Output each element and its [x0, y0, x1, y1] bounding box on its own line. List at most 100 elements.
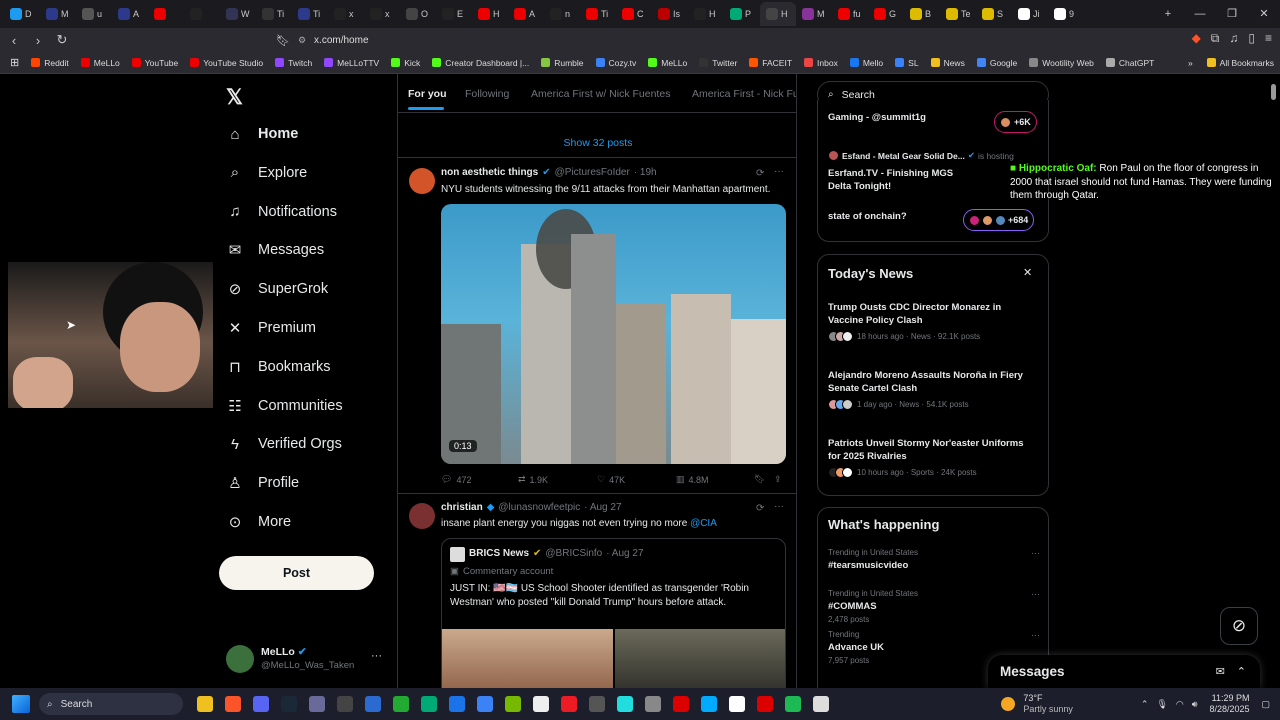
browser-tab[interactable]: S	[976, 2, 1012, 26]
nav-item-messages[interactable]: ✉ Messages	[226, 241, 324, 259]
windows-start-icon[interactable]	[12, 695, 30, 713]
bookmark-item[interactable]: Reddit	[25, 58, 75, 68]
playlist-icon[interactable]: ♫	[1229, 31, 1238, 46]
bookmark-item[interactable]: Creator Dashboard |...	[426, 58, 535, 68]
taskbar-app-icon[interactable]	[337, 696, 353, 712]
taskbar-app-icon[interactable]	[589, 696, 605, 712]
taskbar-app-icon[interactable]	[197, 696, 213, 712]
quote-post[interactable]: BRICS News ✔ @BRICSinfo · Aug 27 ▣ Comme…	[441, 538, 786, 688]
taskbar-app-icon[interactable]	[505, 696, 521, 712]
post-button[interactable]: Post	[219, 556, 374, 590]
brave-shield-icon[interactable]: ◆	[1192, 31, 1201, 46]
browser-tab[interactable]: C	[616, 2, 652, 26]
bookmark-item[interactable]: Wootility Web	[1023, 58, 1100, 68]
bookmark-item[interactable]: SL	[889, 58, 924, 68]
apps-icon[interactable]: ⊞	[4, 56, 25, 69]
trend-more-icon[interactable]: ···	[1031, 548, 1040, 558]
bookmark-item[interactable]: ChatGPT	[1100, 58, 1160, 68]
browser-tab[interactable]: x	[328, 2, 364, 26]
browser-tab[interactable]: A	[508, 2, 544, 26]
nav-item-verified-orgs[interactable]: ϟ Verified Orgs	[226, 435, 342, 453]
browser-tab[interactable]: E	[436, 2, 472, 26]
news-item[interactable]: Patriots Unveil Stormy Nor'easter Unifor…	[828, 437, 1038, 478]
post-2-avatar[interactable]	[409, 503, 435, 529]
feed-tab[interactable]: Following	[465, 88, 509, 100]
maximize-button[interactable]: ❐	[1216, 0, 1248, 28]
x-logo-icon[interactable]: 𝕏	[226, 85, 243, 110]
feed-tab[interactable]: America First - Nick Fu	[692, 88, 796, 100]
post-2-more-icon[interactable]: ···	[774, 501, 784, 512]
browser-tab[interactable]: n	[544, 2, 580, 26]
live-row-3-count[interactable]: +684	[963, 209, 1035, 231]
taskbar-app-icon[interactable]	[421, 696, 437, 712]
bookmark-item[interactable]: YouTube Studio	[184, 58, 269, 68]
browser-tab[interactable]: D	[4, 2, 40, 26]
bookmark-item[interactable]: Inbox	[798, 58, 844, 68]
weather-icon[interactable]	[1001, 697, 1016, 711]
browser-tab[interactable]: W	[220, 2, 256, 26]
live-host[interactable]: Esfand - Metal Gear Solid De...	[842, 151, 965, 161]
taskbar-app-icon[interactable]	[281, 696, 297, 712]
like-button[interactable]: ♡ 47K	[597, 474, 625, 485]
bookmark-item[interactable]: Mello	[844, 58, 889, 68]
taskbar-app-icon[interactable]	[561, 696, 577, 712]
menu-icon[interactable]: ≡	[1265, 31, 1272, 46]
new-tab-button[interactable]: +	[1152, 0, 1184, 28]
scrollbar[interactable]	[1271, 84, 1276, 100]
bookmark-item[interactable]: MeLLoTTV	[318, 58, 385, 68]
trend-more-icon[interactable]: ···	[1031, 589, 1040, 599]
taskbar-app-icon[interactable]	[309, 696, 325, 712]
trend-item[interactable]: Trending in United States #COMMAS 2,478 po…	[828, 589, 1040, 624]
post-1-video[interactable]: 0:13	[441, 204, 786, 464]
bookmark-item[interactable]: Twitter	[693, 58, 743, 68]
nav-item-profile[interactable]: ♙ Profile	[226, 474, 299, 492]
reply-button[interactable]: 💬︎ 472	[441, 474, 471, 485]
bookmark-item[interactable]: News	[925, 58, 971, 68]
wifi-icon[interactable]: ◠	[1176, 699, 1184, 710]
browser-tab[interactable]: H	[472, 2, 508, 26]
browser-tab[interactable]: Ti	[256, 2, 292, 26]
taskbar-app-icon[interactable]	[729, 696, 745, 712]
post-1-handle[interactable]: @PicturesFoIder	[555, 167, 630, 178]
grok-icon[interactable]: ⟳	[756, 503, 764, 514]
post-2-author[interactable]: christian	[441, 502, 483, 513]
notifications-icon[interactable]: ▢	[1261, 699, 1270, 710]
browser-tab[interactable]: Ti	[580, 2, 616, 26]
sidebar-icon[interactable]: ▯	[1248, 31, 1255, 46]
live-row-1-count[interactable]: +6K	[994, 111, 1037, 133]
taskbar-app-icon[interactable]	[449, 696, 465, 712]
bookmark-item[interactable]: Twitch	[269, 58, 318, 68]
browser-tab[interactable]: fu	[832, 2, 868, 26]
taskbar-app-icon[interactable]	[645, 696, 661, 712]
site-info-icon[interactable]: ⚙	[298, 35, 306, 46]
taskbar-app-icon[interactable]	[393, 696, 409, 712]
bookmark-item[interactable]: YouTube	[126, 58, 184, 68]
bookmark-item[interactable]: Cozy.tv	[590, 58, 643, 68]
browser-tab[interactable]	[184, 2, 220, 26]
mic-icon[interactable]: 🎙︎	[1156, 699, 1167, 710]
post-2-mention[interactable]: @CIA	[690, 518, 717, 529]
bookmark-item[interactable]: Google	[971, 58, 1023, 68]
live-row-3[interactable]: state of onchain?	[828, 210, 907, 223]
browser-tab[interactable]: B	[904, 2, 940, 26]
news-item[interactable]: Trump Ousts CDC Director Monarez in Vacc…	[828, 301, 1038, 342]
extensions-icon[interactable]: ⧉	[1211, 31, 1220, 46]
browser-tab[interactable]: u	[76, 2, 112, 26]
nav-item-premium[interactable]: ✕ Premium	[226, 319, 316, 337]
browser-tab[interactable]: O	[400, 2, 436, 26]
url-bar[interactable]: 🔖︎ ⚙ x.com/home	[276, 30, 996, 50]
bookmarks-overflow-icon[interactable]: »	[1180, 58, 1201, 68]
grok-icon[interactable]: ⟳	[756, 168, 764, 179]
minimize-button[interactable]: —	[1184, 0, 1216, 28]
account-switcher[interactable]: MeLLo ✔ @MeLLo_Was_Taken ···	[226, 644, 386, 674]
bookmark-item[interactable]: Rumble	[535, 58, 589, 68]
views-button[interactable]: ▥ 4.8M	[676, 474, 709, 485]
repost-button[interactable]: ⇄ 1.9K	[518, 474, 548, 485]
feed-tab[interactable]: America First w/ Nick Fuentes	[531, 88, 670, 100]
post-2-handle[interactable]: @lunasnowfeetpic	[498, 502, 580, 513]
taskbar-app-icon[interactable]	[673, 696, 689, 712]
tray-overflow-icon[interactable]: ⌃	[1141, 699, 1149, 710]
browser-tab[interactable]: Te	[940, 2, 976, 26]
nav-item-bookmarks[interactable]: ⊓ Bookmarks	[226, 358, 330, 376]
taskbar-app-icon[interactable]	[533, 696, 549, 712]
